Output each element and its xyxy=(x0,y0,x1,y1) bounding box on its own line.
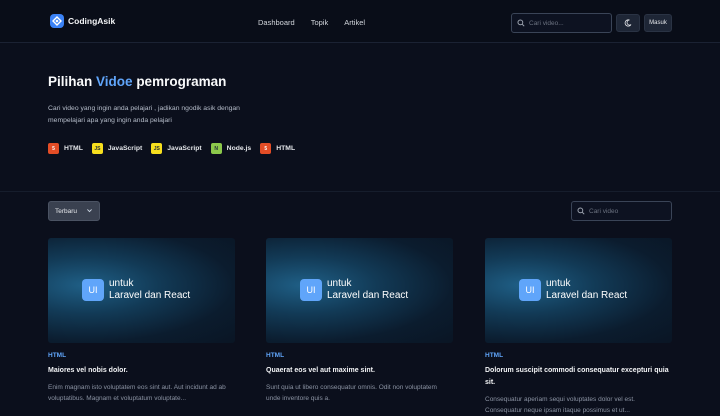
card-description: Enim magnam isto voluptatem eos sint aut… xyxy=(48,384,226,402)
javascript-icon: JS xyxy=(91,143,103,154)
nodejs-icon: N xyxy=(210,143,222,154)
tag-label: JavaScript xyxy=(107,145,143,152)
video-thumbnail[interactable]: UI untuk Laravel dan React xyxy=(266,238,453,343)
html5-icon: 5 xyxy=(260,143,272,154)
javascript-icon: JS xyxy=(151,143,163,154)
brand-name: CodingAsik xyxy=(68,16,116,26)
video-card[interactable]: UI untuk Laravel dan React HTML Quaerat … xyxy=(266,238,453,404)
sort-label: Terbaru xyxy=(55,207,78,215)
ui-badge-icon: UI xyxy=(82,279,104,301)
video-thumbnail[interactable]: UI untuk Laravel dan React xyxy=(485,238,672,343)
thumbnail-line: untuk xyxy=(546,278,571,289)
main-nav: Dashboard Topik Artikel xyxy=(258,18,365,27)
login-button[interactable]: Masuk xyxy=(644,14,672,32)
top-navbar: CodingAsik Dashboard Topik Artikel Masuk xyxy=(0,0,720,43)
card-title[interactable]: Dolorum suscipit commodi consequatur exc… xyxy=(485,365,672,389)
search-icon xyxy=(517,14,525,32)
thumbnail-line: untuk xyxy=(109,278,134,289)
brand-logo[interactable]: CodingAsik xyxy=(50,14,115,28)
page-title: Pilihan Vidoe pemrograman xyxy=(48,74,226,89)
tag-label: Node.js xyxy=(226,145,252,152)
logo-icon xyxy=(50,14,64,28)
topic-tags: 5 HTML JS JavaScript JS JavaScript N Nod… xyxy=(48,143,295,154)
theme-toggle-button[interactable] xyxy=(616,14,640,32)
video-search-input[interactable] xyxy=(589,207,659,215)
thumbnail-caption: untuk Laravel dan React xyxy=(327,278,408,302)
thumbnail-caption: untuk Laravel dan React xyxy=(109,278,190,302)
moon-icon xyxy=(624,14,632,32)
card-title[interactable]: Maiores vel nobis dolor. xyxy=(48,365,235,377)
card-category: HTML xyxy=(48,352,67,359)
thumbnail-line: untuk xyxy=(327,278,352,289)
ui-badge-icon: UI xyxy=(300,279,322,301)
tag-label: JavaScript xyxy=(167,145,202,152)
ui-badge-icon: UI xyxy=(519,279,541,301)
header-search[interactable] xyxy=(511,13,612,33)
tag-nodejs[interactable]: N Node.js xyxy=(210,143,252,154)
thumbnail-line: Laravel dan React xyxy=(109,290,191,301)
card-description: Sunt quia ut libero consequatur omnis. O… xyxy=(266,384,437,402)
tag-javascript[interactable]: JS JavaScript xyxy=(91,143,143,154)
tag-label: HTML xyxy=(64,145,83,152)
title-prefix: Pilihan xyxy=(48,74,93,89)
html5-icon: 5 xyxy=(48,143,59,154)
video-search[interactable] xyxy=(571,201,672,221)
card-description: Consequatur aperiam sequi voluptates dol… xyxy=(485,396,635,414)
nav-item-artikel[interactable]: Artikel xyxy=(344,18,365,27)
title-accent: Vidoe xyxy=(96,74,133,89)
tag-label: HTML xyxy=(276,145,296,152)
card-category: HTML xyxy=(266,352,285,359)
thumbnail-line: Laravel dan React xyxy=(327,290,409,301)
video-card[interactable]: UI untuk Laravel dan React HTML Maiores … xyxy=(48,238,235,404)
title-suffix: pemrograman xyxy=(136,74,227,89)
nav-item-dashboard[interactable]: Dashboard xyxy=(258,18,295,27)
tag-html[interactable]: 5 HTML xyxy=(260,143,295,154)
tag-html[interactable]: 5 HTML xyxy=(48,143,83,154)
video-thumbnail[interactable]: UI untuk Laravel dan React xyxy=(48,238,235,343)
section-divider xyxy=(0,191,720,192)
header-search-input[interactable] xyxy=(529,19,599,27)
thumbnail-line: Laravel dan React xyxy=(546,290,628,301)
hero-description: Cari video yang ingin anda pelajari , ja… xyxy=(48,105,240,124)
chevron-down-icon xyxy=(86,207,93,216)
tag-javascript[interactable]: JS JavaScript xyxy=(151,143,202,154)
card-title[interactable]: Quaerat eos vel aut maxime sint. xyxy=(266,365,453,377)
nav-item-topik[interactable]: Topik xyxy=(311,18,329,27)
video-card[interactable]: UI untuk Laravel dan React HTML Dolorum … xyxy=(485,238,672,416)
search-icon xyxy=(577,202,585,220)
sort-dropdown[interactable]: Terbaru xyxy=(48,201,100,221)
thumbnail-caption: untuk Laravel dan React xyxy=(546,278,627,302)
card-category: HTML xyxy=(485,352,504,359)
